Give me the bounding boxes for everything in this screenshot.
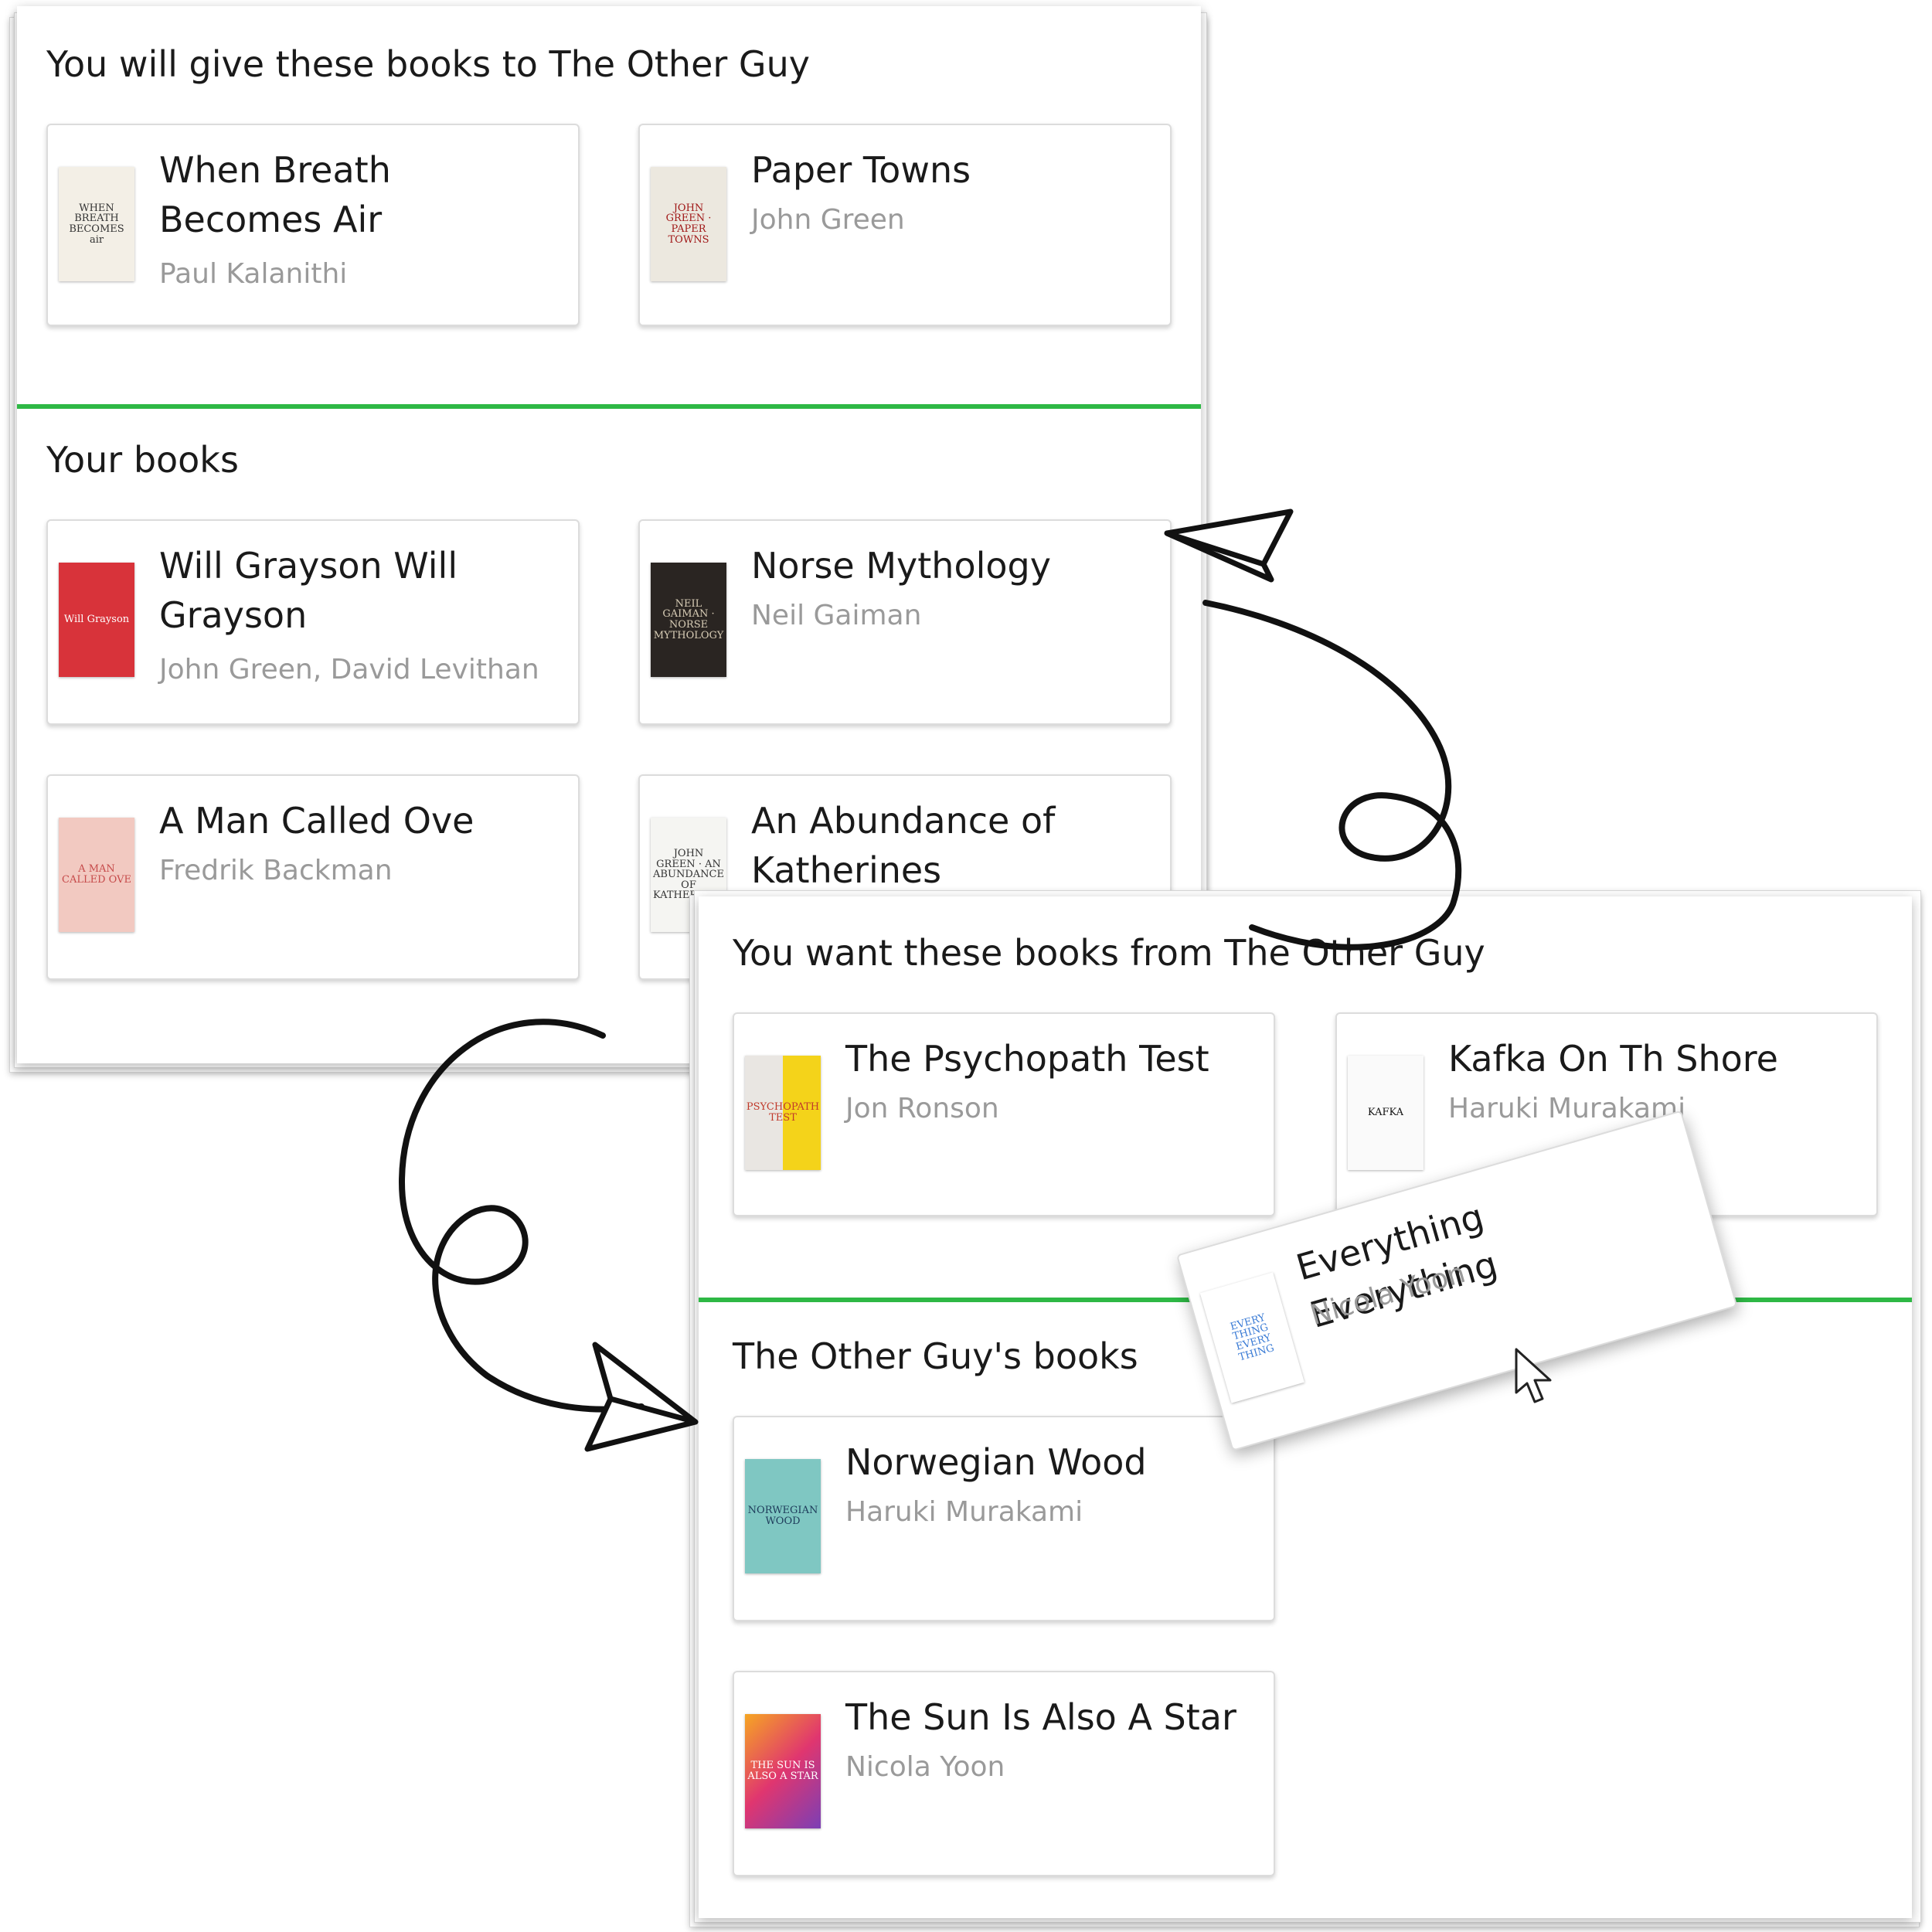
book-title: Will Grayson Will Grayson xyxy=(159,545,458,636)
book-cover: NORWEGIAN WOOD xyxy=(745,1459,821,1573)
book-author: Fredrik Backman xyxy=(159,855,393,886)
curved-arrow-icon xyxy=(1164,509,1462,951)
book-cover: A MAN CALLED OVE xyxy=(59,818,134,932)
book-cover: WHEN BREATH BECOMES air xyxy=(59,167,134,281)
mouse-cursor-icon xyxy=(1515,1348,1552,1403)
book-card[interactable]: JOHN GREEN · PAPER TOWNS Paper Towns Joh… xyxy=(638,124,1172,326)
book-title: A Man Called Ove xyxy=(159,800,474,842)
book-author: Jon Ronson xyxy=(845,1093,999,1124)
book-title: An Abundance of Katherines xyxy=(751,800,1056,891)
book-title: Kafka On Th Shore xyxy=(1448,1038,1778,1080)
book-card[interactable]: THE SUN IS ALSO A STAR The Sun Is Also A… xyxy=(733,1671,1275,1876)
book-author: Haruki Murakami xyxy=(845,1496,1083,1528)
book-cover: PSYCHOPATH TEST xyxy=(745,1056,821,1170)
book-card[interactable]: Will Grayson Will Grayson Will Grayson J… xyxy=(46,519,580,725)
book-title: The Psychopath Test xyxy=(845,1038,1209,1080)
book-card[interactable]: A MAN CALLED OVE A Man Called Ove Fredri… xyxy=(46,774,580,980)
book-card[interactable]: WHEN BREATH BECOMES air When Breath Beco… xyxy=(46,124,580,326)
book-author: John Green xyxy=(751,204,905,236)
book-cover: KAFKA xyxy=(1348,1056,1423,1170)
book-title: Norse Mythology xyxy=(751,545,1051,587)
book-title: Paper Towns xyxy=(751,149,971,191)
book-cover: EVERY THING EVERY THING xyxy=(1199,1272,1304,1403)
book-cover: Will Grayson xyxy=(59,563,134,677)
other-books-title: The Other Guy's books xyxy=(733,1335,1138,1377)
book-card[interactable]: NORWEGIAN WOOD Norwegian Wood Haruki Mur… xyxy=(733,1416,1275,1621)
book-cover: JOHN GREEN · PAPER TOWNS xyxy=(651,167,726,281)
book-title: The Sun Is Also A Star xyxy=(845,1696,1236,1738)
book-author: Nicola Yoon xyxy=(845,1751,1005,1783)
give-section-title: You will give these books to The Other G… xyxy=(46,43,810,85)
book-author: John Green, David Levithan xyxy=(159,654,539,685)
book-title: Norwegian Wood xyxy=(845,1441,1147,1483)
book-card[interactable]: PSYCHOPATH TEST The Psychopath Test Jon … xyxy=(733,1012,1275,1216)
book-card[interactable]: NEIL GAIMAN · NORSE MYTHOLOGY Norse Myth… xyxy=(638,519,1172,725)
book-author: Neil Gaiman xyxy=(751,600,922,631)
section-divider xyxy=(17,404,1201,409)
curved-arrow-icon xyxy=(398,1019,699,1452)
book-title: When Breath Becomes Air xyxy=(159,149,391,240)
book-cover: THE SUN IS ALSO A STAR xyxy=(745,1714,821,1828)
your-books-title: Your books xyxy=(46,439,239,481)
book-author: Paul Kalanithi xyxy=(159,258,348,290)
book-cover: NEIL GAIMAN · NORSE MYTHOLOGY xyxy=(651,563,726,677)
